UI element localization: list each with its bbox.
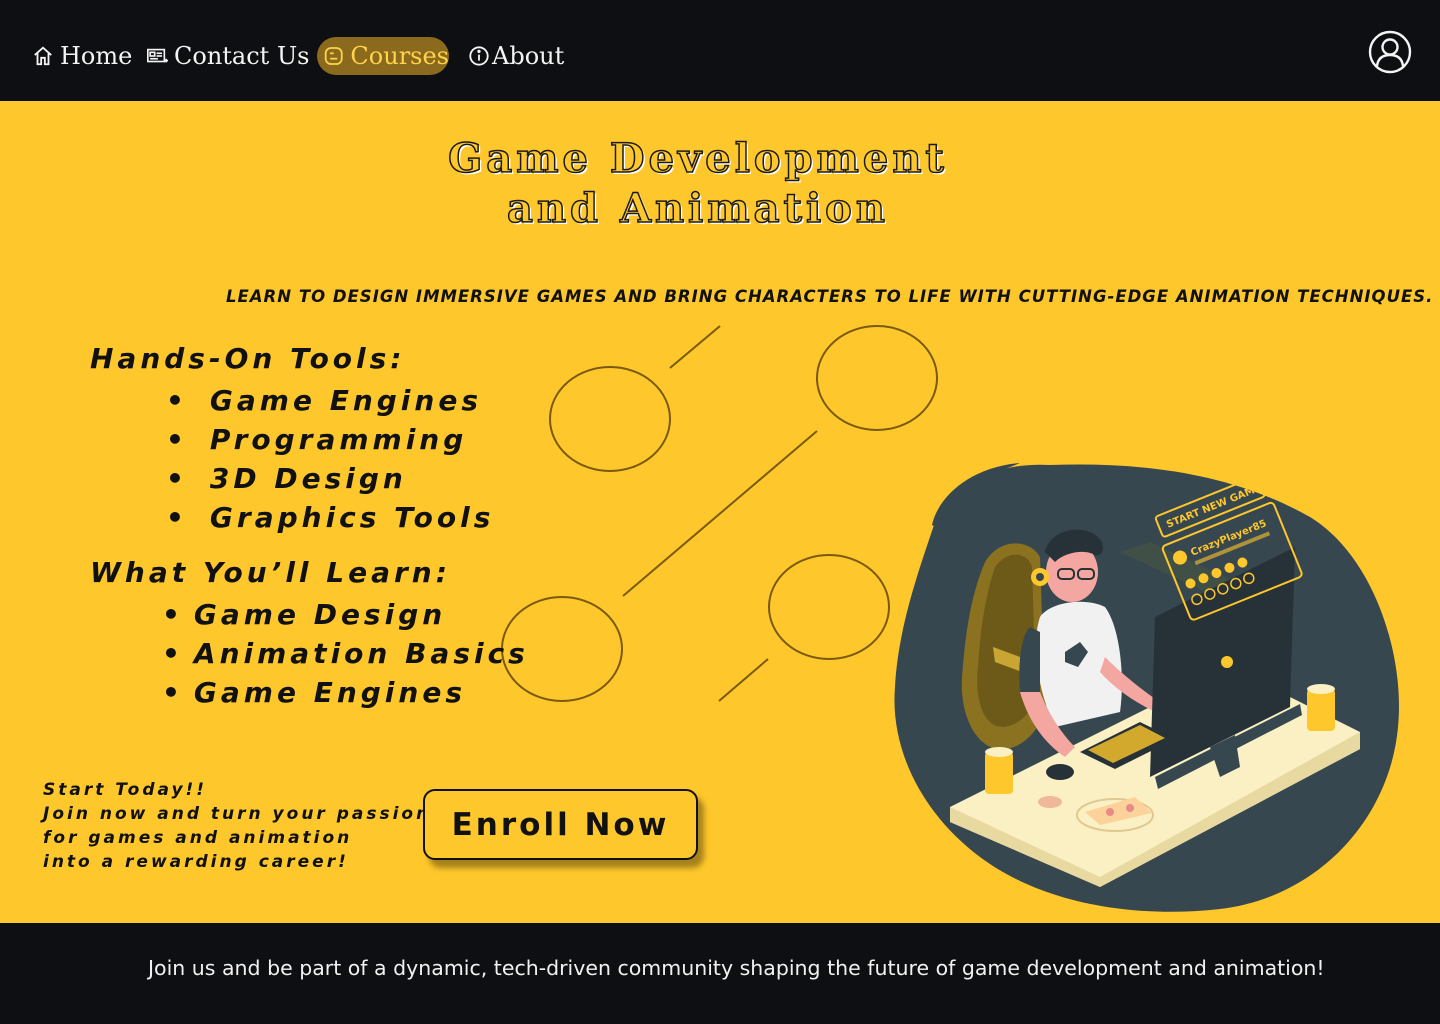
nav-contact-link[interactable]: Contact Us [146, 37, 309, 75]
top-navbar: Home Contact Us Courses About [0, 0, 1440, 101]
nav-contact-label: Contact Us [174, 42, 310, 70]
list-item: • Game Engines [162, 676, 466, 709]
learn-list: • Game Design • Animation Basics • Game Eng… [162, 595, 529, 712]
list-item: • 3D Design [166, 462, 407, 495]
tools-heading: Hands-On Tools: [90, 342, 406, 375]
nav-about-link[interactable]: About [468, 37, 564, 75]
info-icon [469, 46, 489, 66]
nav-courses-link[interactable]: Courses [317, 37, 449, 75]
cta-text: Start Today!! Join now and turn your pas… [43, 778, 431, 874]
title-line-1: Game Development [447, 134, 948, 183]
cta-line: Start Today!! [43, 780, 208, 800]
page-title: Game Development and Animation [0, 134, 1396, 234]
footer-text: Join us and be part of a dynamic, tech-d… [148, 956, 1325, 980]
cta-line: into a rewarding career! [43, 852, 349, 872]
list-item: • Animation Basics [162, 637, 529, 670]
nav-home-label: Home [60, 42, 133, 70]
tagline: LEARN TO DESIGN IMMERSIVE GAMES AND BRIN… [226, 287, 1434, 306]
list-item: • Game Engines [166, 384, 482, 417]
home-icon [34, 46, 52, 66]
nav-home-link[interactable]: Home [32, 37, 132, 75]
cta-line: Join now and turn your passion [43, 804, 432, 824]
title-line-2: and Animation [506, 184, 889, 233]
list-item: • Graphics Tools [166, 501, 495, 534]
list-item: • Programming [166, 423, 468, 456]
tools-list: • Game Engines • Programming • 3D Design • G… [166, 381, 494, 537]
blog-icon [324, 47, 343, 65]
gamer-illustration: START NEW GAME CrazyPlayer85 [894, 463, 1399, 912]
list-item: • Game Design [162, 598, 447, 631]
user-profile-icon[interactable] [1368, 30, 1412, 74]
footer: Join us and be part of a dynamic, tech-d… [0, 923, 1440, 1024]
contact-card-icon [147, 48, 168, 63]
hero-section: Game Development and Animation LEARN TO … [0, 101, 1440, 923]
nav-about-label: About [492, 42, 565, 70]
nav-courses-label: Courses [350, 42, 449, 70]
learn-heading: What You’ll Learn: [90, 556, 451, 589]
cta-line: for games and animation [43, 828, 353, 848]
enroll-now-button[interactable]: Enroll Now [423, 789, 698, 860]
